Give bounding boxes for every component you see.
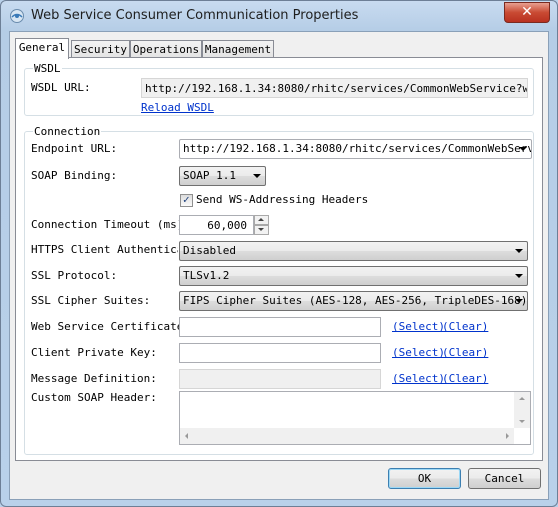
wsdl-legend: WSDL (34, 62, 61, 75)
ssl-protocol-value: TLSv1.2 (183, 269, 230, 282)
ws-certificate-label: Web Service Certificate: (31, 320, 190, 333)
chevron-down-icon (515, 249, 523, 253)
window-title: Web Service Consumer Communication Prope… (31, 8, 359, 23)
connection-legend: Connection (34, 125, 101, 138)
custom-soap-header-label: Custom SOAP Header: (31, 391, 157, 404)
spin-up-icon[interactable] (254, 215, 269, 225)
close-icon: ✕ (521, 4, 533, 20)
scroll-arrows-icon (519, 397, 525, 423)
wsdl-url-field[interactable]: http://192.168.1.34:8080/rhitc/services/… (141, 78, 528, 98)
title-bar[interactable]: Web Service Consumer Communication Prope… (1, 1, 557, 31)
cancel-button[interactable]: Cancel (468, 468, 541, 489)
soap-binding-value: SOAP 1.1 (183, 169, 236, 182)
tab-general[interactable]: General (15, 38, 69, 59)
custom-soap-header-textarea[interactable] (179, 391, 531, 445)
client-key-clear-link[interactable]: (Clear) (442, 346, 488, 359)
ssl-cipher-label: SSL Cipher Suites: (31, 294, 151, 307)
https-auth-select[interactable]: Disabled (179, 241, 528, 261)
chevron-down-icon (253, 174, 261, 178)
client-private-key-label: Client Private Key: (31, 346, 157, 359)
connection-timeout-input[interactable]: 60,000 (179, 215, 254, 235)
message-def-select-link[interactable]: (Select) (392, 372, 445, 385)
app-icon (10, 9, 24, 23)
wsdl-url-label: WSDL URL: (31, 81, 91, 94)
chevron-down-icon (515, 299, 523, 303)
https-auth-label: HTTPS Client Authentication: (31, 243, 178, 256)
chevron-down-icon (515, 274, 523, 278)
ws-addressing-label: Send WS-Addressing Headers (196, 193, 369, 206)
dialog-client-area: General Security Operations Management W… (9, 31, 549, 500)
endpoint-url-label: Endpoint URL: (31, 142, 118, 155)
reload-wsdl-link[interactable]: Reload WSDL (141, 101, 214, 114)
connection-timeout-label: Connection Timeout (ms): (31, 218, 190, 231)
timeout-spinner[interactable] (254, 215, 269, 235)
endpoint-url-value: http://192.168.1.34:8080/rhitc/services/… (183, 142, 532, 155)
client-private-key-field[interactable] (179, 343, 381, 363)
ws-certificate-field[interactable] (179, 317, 381, 337)
dialog-window: Web Service Consumer Communication Prope… (0, 0, 558, 507)
client-key-select-link[interactable]: (Select) (392, 346, 445, 359)
ws-certificate-select-link[interactable]: (Select) (392, 320, 445, 333)
soap-binding-label: SOAP Binding: (31, 169, 118, 182)
scroll-arrows-icon (185, 433, 509, 439)
ssl-cipher-select[interactable]: FIPS Cipher Suites (AES-128, AES-256, Tr… (179, 291, 528, 311)
ssl-protocol-label: SSL Protocol: (31, 269, 118, 282)
check-icon: ✓ (183, 193, 190, 206)
endpoint-url-combo[interactable]: http://192.168.1.34:8080/rhitc/services/… (179, 139, 532, 159)
spin-down-icon[interactable] (254, 225, 269, 235)
tab-management[interactable]: Management (202, 40, 274, 58)
general-panel: WSDL WSDL URL: http://192.168.1.34:8080/… (15, 57, 543, 461)
ssl-protocol-select[interactable]: TLSv1.2 (179, 266, 528, 286)
vertical-scrollbar[interactable] (514, 392, 530, 428)
close-button[interactable]: ✕ (504, 2, 550, 23)
message-def-clear-link[interactable]: (Clear) (442, 372, 488, 385)
ws-addressing-checkbox[interactable]: ✓ (180, 193, 193, 207)
tab-security[interactable]: Security (71, 40, 130, 58)
soap-binding-select[interactable]: SOAP 1.1 (179, 166, 266, 186)
ws-certificate-clear-link[interactable]: (Clear) (442, 320, 488, 333)
horizontal-scrollbar[interactable] (180, 428, 514, 444)
message-definition-label: Message Definition: (31, 372, 157, 385)
message-definition-field (179, 369, 381, 389)
ok-button[interactable]: OK (388, 468, 461, 489)
chevron-down-icon (519, 147, 527, 151)
ssl-cipher-value: FIPS Cipher Suites (AES-128, AES-256, Tr… (183, 294, 528, 307)
https-auth-value: Disabled (183, 244, 236, 257)
tab-operations[interactable]: Operations (130, 40, 202, 58)
